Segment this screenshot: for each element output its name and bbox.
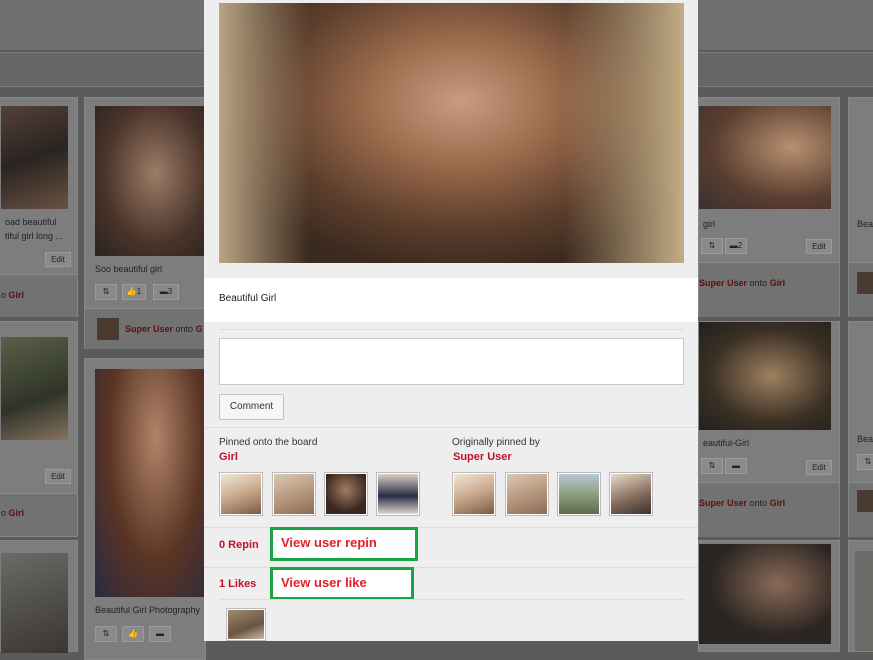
repin-icon[interactable]: ⇅ [95,626,117,642]
pin-card[interactable] [848,540,873,652]
pin-meta: o Girl [1,290,25,300]
origin-thumb[interactable] [452,472,496,516]
pin-card[interactable]: oad beautiful tiful girl long ... Edit o… [0,97,78,317]
pin-image[interactable] [95,369,205,597]
pin-card[interactable]: Bea ⇅ [848,321,873,537]
avatar[interactable] [857,490,873,512]
pin-card[interactable]: girl ⇅ ▬2 Edit Super User onto Girl [698,97,840,317]
user-link[interactable]: Super User [125,324,173,334]
pin-image[interactable] [699,322,831,430]
origin-thumb[interactable] [505,472,549,516]
view-user-like-callout[interactable]: View user like [270,567,414,600]
repin-icon[interactable]: ⇅ [857,454,873,470]
pin-caption: tiful girl long ... [5,231,64,241]
pin-image[interactable] [95,106,205,256]
user-link[interactable]: Super User [699,278,747,288]
user-link[interactable]: Super User [699,498,747,508]
board-thumb[interactable] [324,472,368,516]
edit-button[interactable]: Edit [45,469,71,484]
pin-image[interactable] [699,106,831,209]
pin-card[interactable] [698,540,840,652]
pin-meta: Super User onto Girl [699,278,786,288]
liker-avatar[interactable] [226,608,266,641]
divider [219,329,684,330]
pin-card[interactable]: Soo beautiful girl ⇅ 👍1 ▬3 Super User on… [84,97,206,349]
divider [219,599,684,600]
board-link[interactable]: G [196,324,203,334]
pin-main-image[interactable] [219,3,684,263]
pin-detail-modal: Beautiful Girl Comment Pinned onto the b… [204,0,698,641]
pin-image[interactable] [1,553,68,653]
board-link[interactable]: Girl [770,498,786,508]
pin-image[interactable] [1,337,68,440]
board-link[interactable]: Girl [770,278,786,288]
pin-footer [699,482,839,537]
pin-card[interactable]: eautiful-Girl ⇅ ▬ Edit Super User onto G… [698,321,840,537]
pin-image[interactable] [855,551,873,651]
board-link[interactable]: Girl [219,451,238,463]
like-button[interactable]: 👍1 [122,284,146,300]
repin-icon[interactable]: ⇅ [95,284,117,300]
pin-image[interactable] [699,544,831,644]
comment-button[interactable]: ▬ [725,458,747,474]
pin-meta: o Girl [1,508,25,518]
pin-card[interactable]: Bea [848,97,873,317]
pin-meta: Super User onto Girl [699,498,786,508]
board-link[interactable]: Girl [9,508,25,518]
pin-caption: Soo beautiful girl [95,264,163,274]
edit-button[interactable]: Edit [45,252,71,267]
repin-count[interactable]: 0 Repin [219,539,259,551]
edit-button[interactable]: Edit [806,460,832,475]
like-button[interactable]: 👍 [122,626,144,642]
pin-caption: Beautiful Girl Photography [95,605,201,615]
pin-footer [699,262,839,317]
origin-thumb[interactable] [609,472,653,516]
view-user-repin-callout[interactable]: View user repin [270,527,418,561]
pin-card[interactable]: Beautiful Girl Photography ⇅ 👍 ▬ [84,358,206,660]
pin-caption: Bea [857,434,873,444]
comment-input[interactable] [219,338,684,385]
origin-thumb[interactable] [557,472,601,516]
comment-count-button[interactable]: ▬3 [153,284,179,300]
pin-caption: oad beautiful [5,217,57,227]
pin-caption-text: Beautiful Girl [219,293,277,304]
avatar[interactable] [97,318,119,340]
avatar[interactable] [857,272,873,294]
board-thumb[interactable] [376,472,420,516]
divider [204,427,698,428]
comment-count-button[interactable]: ▬2 [725,238,747,254]
pin-card[interactable]: Edit o Girl [0,321,78,537]
pin-caption: girl [703,219,716,229]
origin-user-link[interactable]: Super User [453,451,512,463]
likes-count[interactable]: 1 Likes [219,578,256,590]
repin-icon[interactable]: ⇅ [701,458,723,474]
comment-button[interactable]: ▬ [149,626,171,642]
pinned-onto-label: Pinned onto the board [219,437,318,448]
caption-band [204,278,698,322]
originally-pinned-label: Originally pinned by [452,437,540,448]
pin-meta: Super User onto G [125,324,203,334]
pin-card[interactable] [0,540,78,653]
repin-icon[interactable]: ⇅ [701,238,723,254]
pin-caption: eautiful-Girl [703,438,750,448]
board-thumb[interactable] [272,472,316,516]
pin-image[interactable] [1,106,68,209]
board-thumb[interactable] [219,472,263,516]
pin-caption: Bea [857,219,873,229]
edit-button[interactable]: Edit [806,239,832,254]
board-link[interactable]: Girl [9,290,25,300]
comment-button[interactable]: Comment [219,394,284,420]
